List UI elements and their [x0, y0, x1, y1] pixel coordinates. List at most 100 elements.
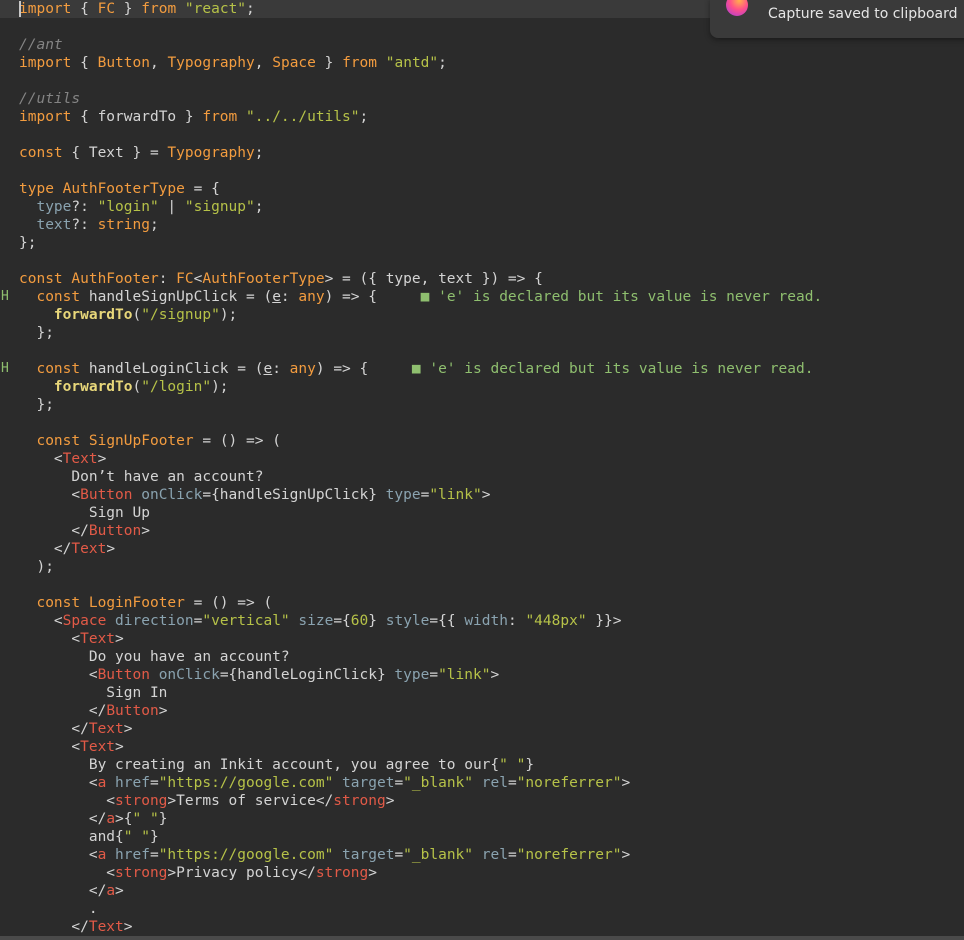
code-token: =	[394, 847, 404, 863]
code-line[interactable]: };	[19, 234, 959, 252]
code-line[interactable]: <a href="https://google.com" target="_bl…	[19, 774, 959, 792]
code-token: text	[36, 217, 72, 233]
code-line[interactable]: <a href="https://google.com" target="_bl…	[19, 846, 959, 864]
code-line[interactable]	[19, 252, 959, 270]
code-line[interactable]	[19, 126, 959, 144]
code-token: Sign In	[19, 685, 168, 701]
code-token: );	[19, 559, 54, 575]
code-token: ) => {	[324, 289, 421, 305]
horizontal-scrollbar[interactable]	[0, 936, 964, 940]
code-token: <	[19, 865, 116, 881]
editor-gutter: HH	[0, 0, 14, 940]
gutter-hint-marker[interactable]: H	[1, 288, 13, 306]
code-line[interactable]: import { forwardTo } from "../../utils";	[19, 108, 959, 126]
code-token: Button	[97, 55, 150, 71]
code-line[interactable]: Do you have an account?	[19, 648, 959, 666]
code-token: ;	[254, 199, 264, 215]
code-token: |	[158, 199, 185, 215]
gutter-hint-marker[interactable]: H	[1, 360, 13, 378]
code-token: <	[19, 667, 98, 683]
code-line[interactable]: const handleSignUpClick = (e: any) => { …	[19, 288, 959, 306]
code-token: );	[211, 379, 229, 395]
code-token: Text	[80, 631, 116, 647]
code-line[interactable]: Don’t have an account?	[19, 468, 959, 486]
code-line[interactable]: </Text>	[19, 918, 959, 936]
code-line[interactable]: <strong>Privacy policy</strong>	[19, 864, 959, 882]
code-line[interactable]	[19, 576, 959, 594]
code-token: =	[507, 847, 517, 863]
code-line[interactable]: </Button>	[19, 522, 959, 540]
code-token: 60	[350, 613, 369, 629]
code-token: "signup"	[184, 199, 255, 215]
code-token: }	[158, 811, 168, 827]
code-line[interactable]: const SignUpFooter = () => (	[19, 432, 959, 450]
code-token: Typography	[167, 145, 255, 161]
code-line[interactable]: </a>{" "}	[19, 810, 959, 828]
code-line[interactable]: <Space direction="vertical" size={60} st…	[19, 612, 959, 630]
code-line[interactable]	[19, 72, 959, 90]
code-line[interactable]: <Text>	[19, 630, 959, 648]
code-line[interactable]: //utils	[19, 90, 959, 108]
code-line[interactable]: type?: "login" | "signup";	[19, 198, 959, 216]
code-token: </	[19, 919, 89, 935]
code-token: }	[149, 829, 159, 845]
code-token: >	[115, 739, 124, 755]
code-token: = {	[184, 181, 220, 197]
code-line[interactable]: </Text>	[19, 540, 959, 558]
code-line[interactable]: <strong>Terms of service</strong>	[19, 792, 959, 810]
code-line[interactable]: type AuthFooterType = {	[19, 180, 959, 198]
code-line[interactable]: Sign Up	[19, 504, 959, 522]
diagnostic-message: ■ 'e' is declared but its value is never…	[411, 361, 814, 377]
code-line[interactable]: };	[19, 396, 959, 414]
code-line[interactable]: </Button>	[19, 702, 959, 720]
code-line[interactable]: );	[19, 558, 959, 576]
code-line[interactable]: forwardTo("/signup");	[19, 306, 959, 324]
code-line[interactable]: <Text>	[19, 450, 959, 468]
code-line[interactable]: const AuthFooter: FC<AuthFooterType> = (…	[19, 270, 959, 288]
code-line[interactable]: forwardTo("/login");	[19, 378, 959, 396]
code-token: ;	[246, 1, 255, 17]
code-line[interactable]: <Button onClick={handleLoginClick} type=…	[19, 666, 959, 684]
code-line[interactable]: Sign In	[19, 684, 959, 702]
code-line[interactable]: <Text>	[19, 738, 959, 756]
code-token: :	[280, 289, 299, 305]
code-token: ={handleLoginClick}	[219, 667, 395, 683]
code-line[interactable]: and{" "}	[19, 828, 959, 846]
code-token: </	[19, 811, 107, 827]
code-token: >	[123, 919, 133, 935]
code-line[interactable]: <Button onClick={handleSignUpClick} type…	[19, 486, 959, 504]
code-token: a	[97, 775, 107, 791]
code-line[interactable]: .	[19, 900, 959, 918]
code-line[interactable]: By creating an Inkit account, you agree …	[19, 756, 959, 774]
code-token: const	[19, 145, 63, 161]
code-line[interactable]: const { Text } = Typography;	[19, 144, 959, 162]
code-line[interactable]: import { Button, Typography, Space } fro…	[19, 54, 959, 72]
code-token: const	[36, 289, 81, 305]
code-token: ?:	[71, 217, 98, 233]
code-line[interactable]	[19, 342, 959, 360]
code-token: FC	[97, 1, 116, 17]
code-token: =	[394, 775, 404, 791]
code-line[interactable]: </a>	[19, 882, 959, 900]
code-line[interactable]: const LoginFooter = () => (	[19, 594, 959, 612]
code-token: =	[429, 667, 439, 683]
code-line[interactable]: </Text>	[19, 720, 959, 738]
code-editor[interactable]: import { FC } from "react";//ant import {…	[19, 0, 959, 936]
code-line[interactable]	[19, 414, 959, 432]
code-line[interactable]: };	[19, 324, 959, 342]
diagnostic-message: ■ 'e' is declared but its value is never…	[420, 289, 823, 305]
code-line[interactable]: text?: string;	[19, 216, 959, 234]
code-line[interactable]: const handleLoginClick = (e: any) => { ■…	[19, 360, 959, 378]
code-line[interactable]	[19, 162, 959, 180]
code-token: FC	[176, 271, 194, 287]
code-token: type	[36, 199, 72, 215]
notification-toast[interactable]: Capture saved to clipboard	[710, 0, 964, 38]
code-line[interactable]: //ant	[19, 36, 959, 54]
app-logo-icon	[726, 0, 748, 16]
code-token: <	[19, 793, 116, 809]
